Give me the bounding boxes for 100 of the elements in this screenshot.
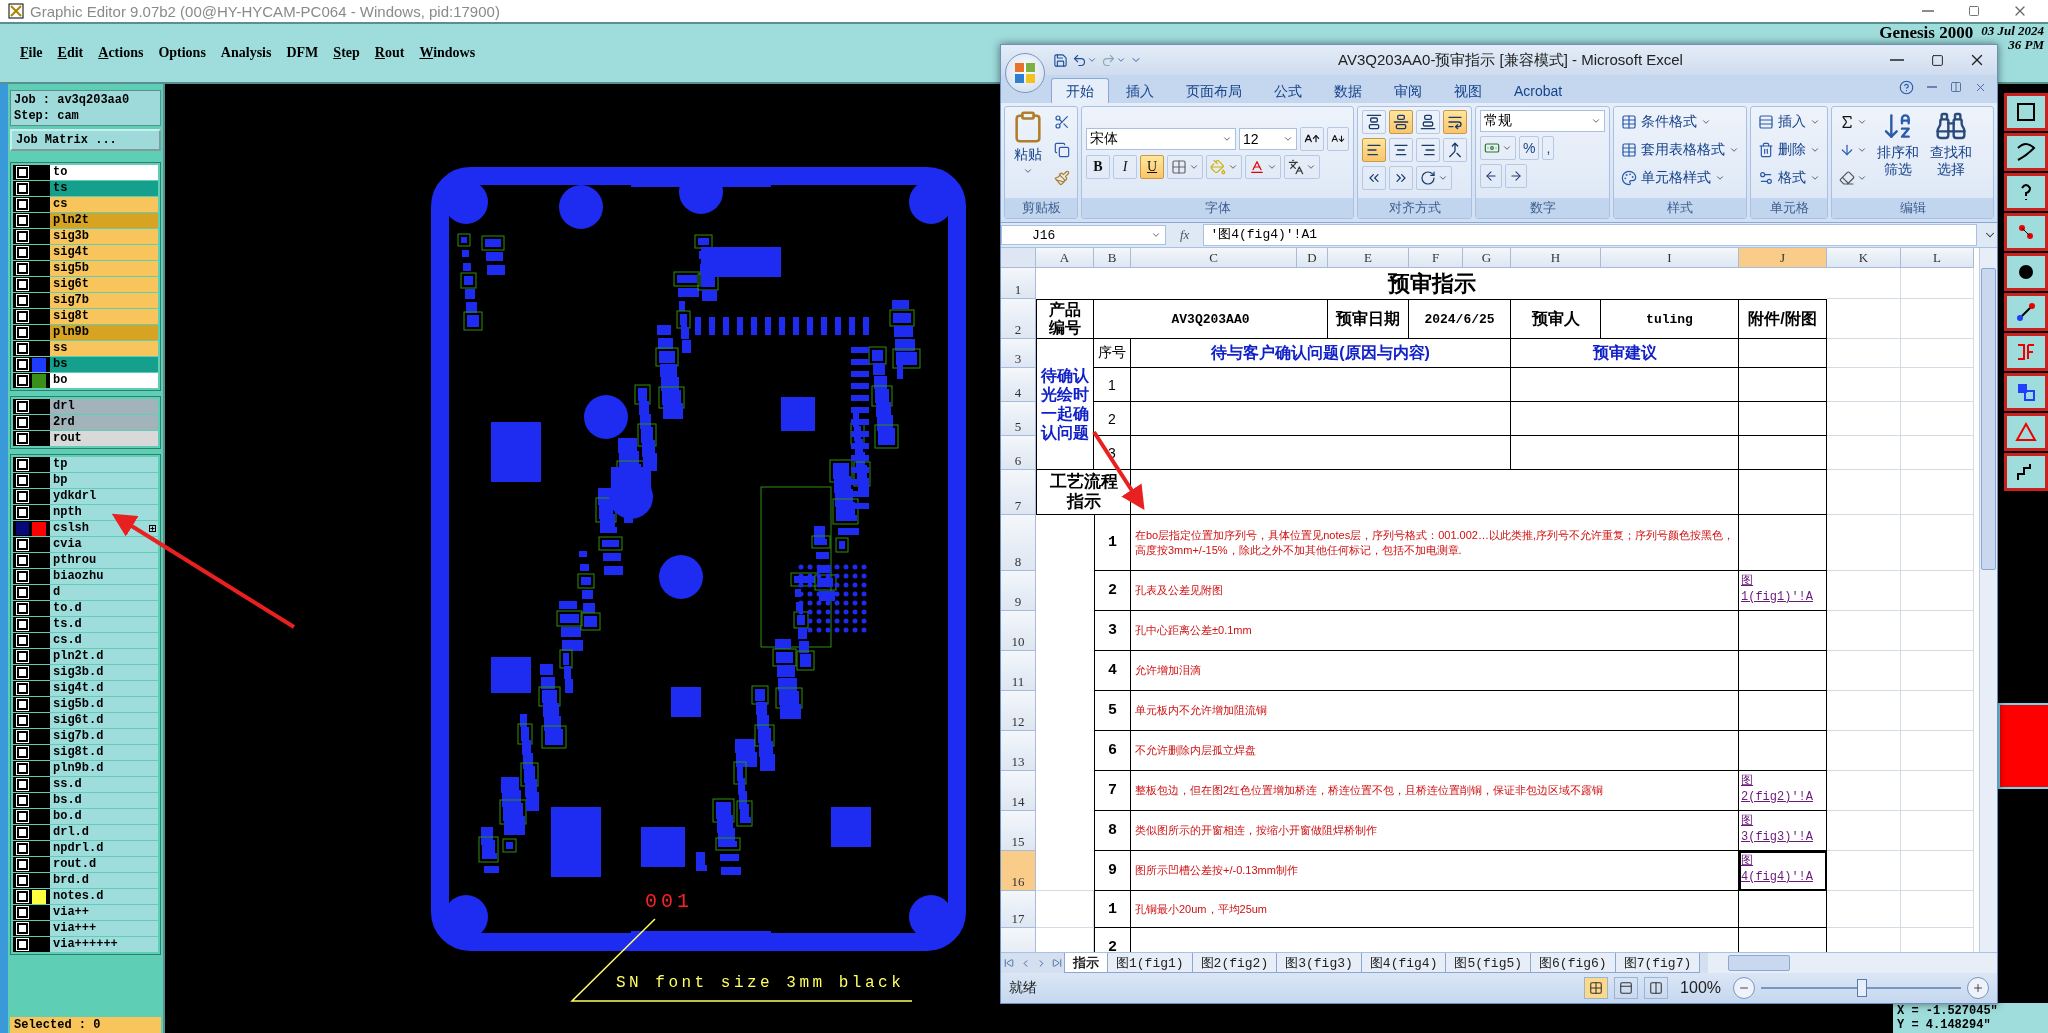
menu-item[interactable]: Options <box>158 45 206 61</box>
column-header[interactable]: A <box>1036 248 1094 268</box>
layer-name[interactable]: bs.d <box>50 793 158 808</box>
layer-name[interactable]: pln2t.d <box>50 649 158 664</box>
layer-name[interactable]: sig8t.d <box>50 745 158 760</box>
layer-name[interactable]: sig6t.d <box>50 713 158 728</box>
column-header[interactable]: B <box>1094 248 1131 268</box>
menu-item[interactable]: DFM <box>286 45 319 61</box>
column-header[interactable]: K <box>1827 248 1901 268</box>
layer-name[interactable]: bo <box>50 373 158 388</box>
hyperlink[interactable]: 图4(fig4)'!A <box>1741 853 1821 885</box>
sheet-tab[interactable]: 图7(fig7) <box>1614 953 1701 973</box>
layer-name[interactable]: npdrl.d <box>50 841 158 856</box>
row-header[interactable]: 14 <box>1001 771 1036 811</box>
styles-menu-button[interactable]: 条件格式 <box>1618 110 1742 134</box>
menu-item[interactable]: Analysis <box>220 45 272 61</box>
cells-menu-button[interactable]: 删除 <box>1755 138 1823 162</box>
hyperlink[interactable]: 图1(fig1)'!A <box>1741 573 1821 605</box>
layer-name[interactable]: sig4t <box>50 245 158 260</box>
column-header[interactable]: H <box>1511 248 1601 268</box>
row-header[interactable]: 8 <box>1001 515 1036 571</box>
layer-name[interactable]: bs <box>50 357 158 372</box>
hyperlink[interactable]: 图3(fig3)'!A <box>1741 813 1821 845</box>
layer-name[interactable]: via++ <box>50 905 158 920</box>
sort-filter-button[interactable]: 排序和筛选 <box>1874 110 1923 195</box>
column-header[interactable]: G <box>1463 248 1511 268</box>
styles-menu-button[interactable]: 单元格样式 <box>1618 166 1742 190</box>
column-header[interactable]: L <box>1901 248 1974 268</box>
row-header[interactable]: 16 <box>1001 851 1036 891</box>
layer-name[interactable]: sig7b <box>50 293 158 308</box>
layer-name[interactable]: cs <box>50 197 158 212</box>
ribbon-tab[interactable]: 页面布局 <box>1171 78 1257 103</box>
name-box[interactable]: J16 <box>1001 225 1166 245</box>
sheet-tab[interactable]: 指示 <box>1064 953 1108 973</box>
layer-name[interactable]: pln2t <box>50 213 158 228</box>
row-header[interactable]: 12 <box>1001 691 1036 731</box>
layer-name[interactable]: d <box>50 585 158 600</box>
number-format-field[interactable]: 常规 <box>1480 110 1605 132</box>
ribbon-tab[interactable]: 数据 <box>1319 78 1377 103</box>
layer-name[interactable]: bp <box>50 473 158 488</box>
job-matrix-button[interactable]: Job Matrix ... <box>10 129 161 151</box>
layer-name[interactable]: sig5b.d <box>50 697 158 712</box>
row-header[interactable]: 15 <box>1001 811 1036 851</box>
sheet-tab[interactable]: 图1(fig1) <box>1107 953 1193 973</box>
row-header[interactable]: 6 <box>1001 436 1036 470</box>
ribbon-tab[interactable]: 开始 <box>1051 78 1109 103</box>
layer-name[interactable]: pln9b.d <box>50 761 158 776</box>
layer-name[interactable]: sig6t <box>50 277 158 292</box>
row-header[interactable]: 1 <box>1001 268 1036 299</box>
hyperlink[interactable]: 图2(fig2)'!A <box>1741 773 1821 805</box>
layer-name[interactable]: drl.d <box>50 825 158 840</box>
sheet-tab[interactable]: 图2(fig2) <box>1191 953 1278 973</box>
italic-button[interactable]: I <box>1113 154 1137 179</box>
layer-name[interactable]: ts.d <box>50 617 158 632</box>
layer-name[interactable]: npth <box>50 505 158 520</box>
insert-function-button[interactable]: fx <box>1172 227 1198 243</box>
layer-name[interactable]: ss.d <box>50 777 158 792</box>
layer-name[interactable]: sig7b.d <box>50 729 158 744</box>
layer-name[interactable]: notes.d <box>50 889 158 904</box>
menu-item[interactable]: Edit <box>57 45 84 61</box>
layer-name[interactable]: tp <box>50 457 158 472</box>
layer-name[interactable]: biaozhu <box>50 569 158 584</box>
row-header[interactable]: 9 <box>1001 571 1036 611</box>
column-header[interactable]: C <box>1131 248 1297 268</box>
sheet-tab[interactable]: 图3(fig3) <box>1276 953 1362 973</box>
layer-name[interactable]: sig3b <box>50 229 158 244</box>
font-name-field[interactable]: 宋体 <box>1086 127 1236 150</box>
sheet-tab[interactable]: 图6(fig6) <box>1530 953 1616 973</box>
layer-name[interactable]: bo.d <box>50 809 158 824</box>
layer-name[interactable]: ss <box>50 341 158 356</box>
row-header[interactable]: 5 <box>1001 402 1036 436</box>
row-header[interactable]: 3 <box>1001 339 1036 368</box>
layer-name[interactable]: sig8t <box>50 309 158 324</box>
underline-button[interactable]: U <box>1140 154 1164 179</box>
layer-name[interactable]: via+++ <box>50 921 158 936</box>
paste-button[interactable]: 粘贴 <box>1009 110 1047 195</box>
cells-menu-button[interactable]: 格式 <box>1755 166 1823 190</box>
layer-name[interactable]: cs.d <box>50 633 158 648</box>
sheet-tab[interactable]: 图4(fig4) <box>1360 953 1447 973</box>
row-header[interactable]: 2 <box>1001 299 1036 339</box>
row-header[interactable]: 10 <box>1001 611 1036 651</box>
column-header[interactable]: E <box>1328 248 1409 268</box>
layer-name[interactable]: ydkdrl <box>50 489 158 504</box>
layer-name[interactable]: sig3b.d <box>50 665 158 680</box>
find-select-button[interactable]: 查找和选择 <box>1926 110 1976 195</box>
comma-button[interactable]: , <box>1542 136 1555 160</box>
column-header[interactable]: I <box>1601 248 1739 268</box>
ribbon-tab[interactable]: Acrobat <box>1499 78 1578 103</box>
layer-name[interactable]: sig4t.d <box>50 681 158 696</box>
ribbon-tab[interactable]: 插入 <box>1111 78 1169 103</box>
cells-menu-button[interactable]: 插入 <box>1755 110 1823 134</box>
layer-name[interactable]: rout <box>50 431 158 446</box>
layer-name[interactable]: rout.d <box>50 857 158 872</box>
menu-item[interactable]: Step <box>333 45 360 61</box>
font-size-field[interactable]: 12 <box>1239 127 1297 150</box>
layer-name[interactable]: sig5b <box>50 261 158 276</box>
ribbon-tab[interactable]: 审阅 <box>1379 78 1437 103</box>
styles-menu-button[interactable]: 套用表格格式 <box>1618 138 1742 162</box>
menu-item[interactable]: Actions <box>98 45 144 61</box>
layer-name[interactable]: to <box>50 165 158 180</box>
